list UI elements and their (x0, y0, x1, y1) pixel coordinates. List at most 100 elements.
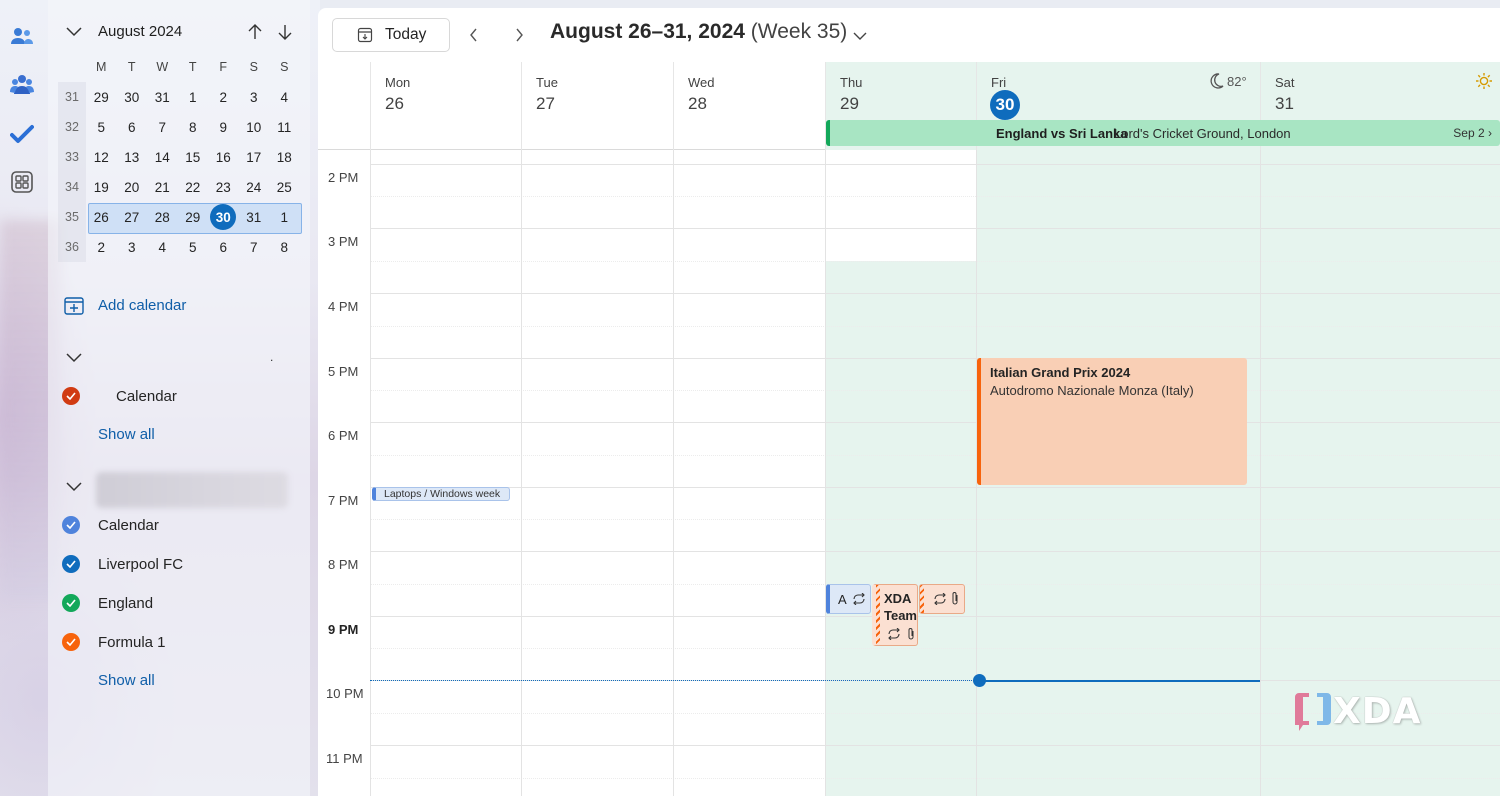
mini-calendar-day[interactable]: 31 (147, 82, 178, 112)
chevron-down-icon[interactable] (64, 350, 84, 366)
mini-calendar-day[interactable]: 30 (208, 202, 239, 232)
mini-calendar-day[interactable]: 4 (147, 232, 178, 262)
week-number: (Week 35) (750, 20, 848, 43)
mini-calendar-day[interactable]: 25 (269, 172, 300, 202)
mini-calendar-day[interactable]: 1 (178, 82, 209, 112)
arrow-down-icon[interactable] (275, 22, 295, 42)
mini-calendar-day[interactable]: 3 (117, 232, 148, 262)
hour-line (370, 422, 1500, 423)
mini-calendar-day[interactable]: 10 (239, 112, 270, 142)
arrow-up-icon[interactable] (245, 22, 265, 42)
calendar-item[interactable]: Formula 1 (62, 630, 166, 654)
check-icon[interactable] (62, 516, 80, 534)
mini-calendar-day[interactable]: 30 (117, 82, 148, 112)
mini-calendar-day[interactable]: 5 (178, 232, 209, 262)
all-day-event-location: Lord's Cricket Ground, London (1114, 125, 1291, 141)
mini-calendar-week: 32 5 6 7 8 9 10 11 (58, 112, 302, 142)
mini-calendar-day[interactable]: 4 (269, 82, 300, 112)
app-rail (0, 0, 48, 796)
event-laptops-windows-week[interactable]: Laptops / Windows week (372, 487, 510, 501)
mini-calendar-day[interactable]: 28 (147, 202, 178, 232)
mini-calendar-day[interactable]: 29 (178, 202, 209, 232)
chevron-down-icon[interactable] (64, 22, 84, 42)
mini-calendar-day[interactable]: 1 (269, 202, 300, 232)
event-xda-team[interactable]: XDA Team (872, 584, 918, 646)
mini-calendar-day[interactable]: 3 (239, 82, 270, 112)
event-italian-grand-prix[interactable]: Italian Grand Prix 2024 Autodromo Nazion… (977, 358, 1247, 485)
mini-calendar-day[interactable]: 5 (86, 112, 117, 142)
mini-calendar-day[interactable]: 2 (86, 232, 117, 262)
chevron-down-icon[interactable] (64, 479, 84, 495)
mini-calendar-day[interactable]: 24 (239, 172, 270, 202)
mini-calendar-day[interactable]: 27 (117, 202, 148, 232)
previous-week-icon[interactable] (464, 25, 484, 45)
week-number[interactable]: 34 (58, 180, 86, 194)
event-thursday-a[interactable]: A (826, 584, 871, 614)
mini-calendar-day[interactable]: 13 (117, 142, 148, 172)
mini-calendar-day[interactable]: 6 (117, 112, 148, 142)
mini-calendar-day[interactable]: 19 (86, 172, 117, 202)
check-icon[interactable] (62, 387, 80, 405)
recurring-icon (853, 593, 865, 605)
mini-calendar-day[interactable]: 2 (208, 82, 239, 112)
calendar-item[interactable]: Liverpool FC (62, 552, 183, 576)
day-header[interactable]: Tue 27 (521, 62, 673, 150)
mini-calendar-day[interactable]: 18 (269, 142, 300, 172)
mini-calendar-day[interactable]: 31 (239, 202, 270, 232)
people-icon[interactable] (8, 22, 36, 50)
mini-calendar-day[interactable]: 9 (208, 112, 239, 142)
current-time-indicator (980, 680, 1260, 682)
mini-calendar-day[interactable]: 8 (178, 112, 209, 142)
mini-calendar-day[interactable]: 11 (269, 112, 300, 142)
show-all-link[interactable]: Show all (98, 672, 155, 689)
account-name: . (270, 350, 274, 364)
week-number[interactable]: 32 (58, 120, 86, 134)
week-number[interactable]: 36 (58, 240, 86, 254)
week-number[interactable]: 31 (58, 90, 86, 104)
mini-calendar-day[interactable]: 22 (178, 172, 209, 202)
mini-calendar-day[interactable]: 21 (147, 172, 178, 202)
calendar-item[interactable]: Calendar (62, 513, 159, 537)
event-thursday-recurring[interactable] (919, 584, 965, 614)
mini-calendar-day[interactable]: 14 (147, 142, 178, 172)
mini-calendar-day[interactable]: 20 (117, 172, 148, 202)
mini-calendar-day[interactable]: 17 (239, 142, 270, 172)
mini-calendar-day[interactable]: 7 (147, 112, 178, 142)
today-calendar-icon (357, 27, 373, 43)
recurring-icon (934, 593, 946, 605)
mini-calendar-day[interactable]: 23 (208, 172, 239, 202)
half-hour-line (370, 196, 1500, 197)
add-calendar-link[interactable]: Add calendar (98, 297, 186, 314)
mini-calendar-day[interactable]: 26 (86, 202, 117, 232)
week-number[interactable]: 35 (58, 210, 86, 224)
day-header[interactable]: Mon 26 (370, 62, 521, 150)
next-week-icon[interactable] (509, 25, 529, 45)
mini-calendar-day[interactable]: 15 (178, 142, 209, 172)
date-range-title[interactable]: August 26–31, 2024 (Week 35) (550, 20, 847, 44)
mini-calendar-day[interactable]: 12 (86, 142, 117, 172)
time-label: 8 PM (328, 557, 359, 572)
day-header[interactable]: Wed 28 (673, 62, 825, 150)
watermark-text: XDA (1333, 690, 1422, 732)
groups-icon[interactable] (8, 71, 36, 99)
today-button[interactable]: Today (332, 18, 450, 52)
mini-calendar-day[interactable]: 29 (86, 82, 117, 112)
all-day-event[interactable]: England vs Sri Lanka Lord's Cricket Grou… (826, 120, 1500, 146)
add-calendar-icon[interactable] (62, 294, 86, 318)
mini-calendar-day[interactable]: 6 (208, 232, 239, 262)
week-number[interactable]: 33 (58, 150, 86, 164)
apps-icon[interactable] (8, 168, 36, 196)
check-icon[interactable] (62, 555, 80, 573)
todo-icon[interactable] (8, 120, 36, 148)
show-all-link[interactable]: Show all (98, 426, 155, 443)
mini-calendar-day[interactable]: 16 (208, 142, 239, 172)
mini-calendar-day[interactable]: 7 (239, 232, 270, 262)
time-label: 9 PM (328, 622, 359, 637)
check-icon[interactable] (62, 633, 80, 651)
calendar-item[interactable]: Calendar (62, 384, 177, 408)
calendar-item[interactable]: England (62, 591, 153, 615)
check-icon[interactable] (62, 594, 80, 612)
date-range: August 26–31, 2024 (550, 20, 745, 43)
mini-calendar-day[interactable]: 8 (269, 232, 300, 262)
chevron-down-icon[interactable] (850, 26, 870, 46)
